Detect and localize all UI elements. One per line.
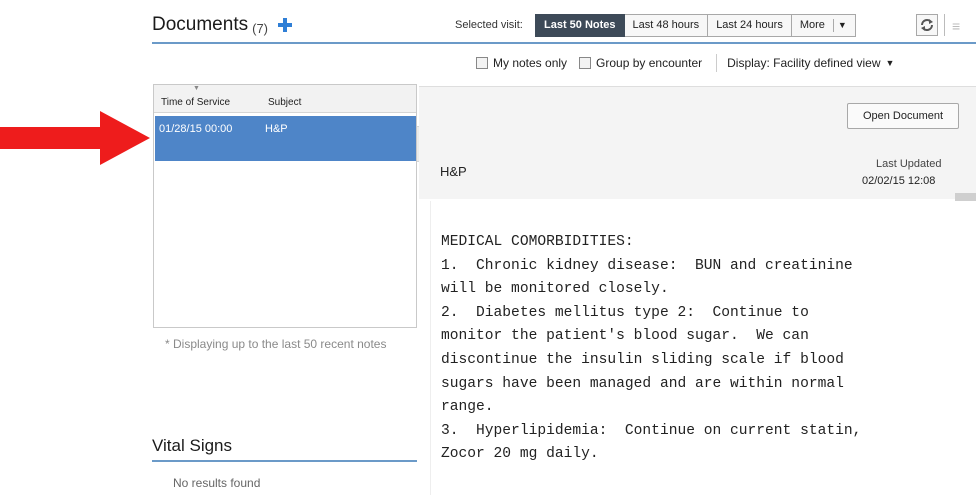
- document-text-line: 1. Chronic kidney disease: BUN and creat…: [441, 257, 853, 274]
- row-time-of-service: 01/28/15 00:00: [159, 123, 233, 135]
- document-text-line: range.: [441, 399, 494, 416]
- last-50-notes-button[interactable]: Last 50 Notes: [535, 14, 625, 37]
- group-by-encounter-label: Group by encounter: [596, 56, 703, 70]
- documents-count: (7): [252, 21, 268, 36]
- vital-signs-empty: No results found: [173, 476, 261, 490]
- more-dropdown[interactable]: More ▼: [791, 14, 856, 37]
- last-updated-value: 02/02/15 12:08: [862, 175, 936, 187]
- documents-title: Documents: [152, 14, 249, 35]
- my-notes-only-label: My notes only: [493, 56, 568, 70]
- last-48-hours-button[interactable]: Last 48 hours: [624, 14, 709, 37]
- last-updated-label: Last Updated: [876, 158, 942, 170]
- vital-signs-title: Vital Signs: [152, 436, 233, 455]
- list-footnote: * Displaying up to the last 50 recent no…: [165, 337, 387, 351]
- document-text-line: discontinue the insulin sliding scale if…: [441, 351, 844, 368]
- filter-row: My notes only Group by encounter Display…: [476, 54, 894, 72]
- filter-separator: [716, 54, 718, 72]
- viewer-scrollbar[interactable]: [955, 193, 976, 201]
- display-view-dropdown[interactable]: Display: Facility defined view ▼: [727, 56, 894, 70]
- refresh-icon[interactable]: [916, 14, 938, 36]
- document-text-line: 3. Hyperlipidemia: Continue on current s…: [441, 422, 862, 439]
- document-text-line: sugars have been managed and are within …: [441, 375, 844, 392]
- viewer-document-title: H&P: [440, 164, 467, 179]
- checkbox-box[interactable]: [476, 57, 488, 69]
- document-text: MEDICAL COMORBIDITIES: 1. Chronic kidney …: [441, 231, 861, 467]
- column-subject[interactable]: Subject: [268, 97, 301, 108]
- checkbox-box[interactable]: [579, 57, 592, 69]
- document-text-line: Zocor 20 mg daily.: [441, 446, 599, 463]
- open-document-button[interactable]: Open Document: [847, 103, 959, 129]
- more-label: More: [799, 19, 825, 31]
- document-list-header: ▼ Time of Service Subject: [154, 85, 416, 113]
- selected-visit-label: Selected visit:: [455, 19, 523, 31]
- caret-down-icon: ▼: [885, 58, 895, 68]
- group-by-encounter-checkbox[interactable]: Group by encounter: [579, 56, 702, 70]
- header-separator: [944, 14, 945, 36]
- document-list: ▼ Time of Service Subject 01/28/15 00:00…: [153, 84, 417, 328]
- annotation-arrow-icon: [0, 111, 150, 165]
- document-text-line: monitor the patient's blood sugar. We ca…: [441, 328, 809, 345]
- table-row[interactable]: 01/28/15 00:00 H&P: [155, 116, 416, 161]
- my-notes-only-checkbox[interactable]: My notes only: [476, 56, 567, 70]
- column-time-of-service[interactable]: Time of Service: [161, 97, 230, 108]
- document-viewer-body: MEDICAL COMORBIDITIES: 1. Chronic kidney …: [430, 201, 976, 495]
- display-view-label: Display: Facility defined view: [727, 56, 881, 70]
- menu-icon[interactable]: ≡: [952, 18, 960, 34]
- document-text-line: MEDICAL COMORBIDITIES:: [441, 234, 634, 250]
- vital-signs-rule: [152, 460, 417, 462]
- visit-filter-buttons: Last 50 Notes Last 48 hours Last 24 hour…: [535, 14, 856, 37]
- caret-down-icon: ▼: [832, 19, 847, 32]
- row-subject: H&P: [265, 123, 288, 135]
- document-text-line: will be monitored closely.: [441, 281, 669, 298]
- document-text-line: 2. Diabetes mellitus type 2: Continue to: [441, 304, 809, 321]
- documents-header: Documents (7): [152, 14, 292, 36]
- last-24-hours-button[interactable]: Last 24 hours: [708, 14, 792, 37]
- sort-caret-icon: ▼: [193, 85, 200, 92]
- header-rule: [152, 42, 976, 44]
- plus-icon[interactable]: [278, 18, 292, 32]
